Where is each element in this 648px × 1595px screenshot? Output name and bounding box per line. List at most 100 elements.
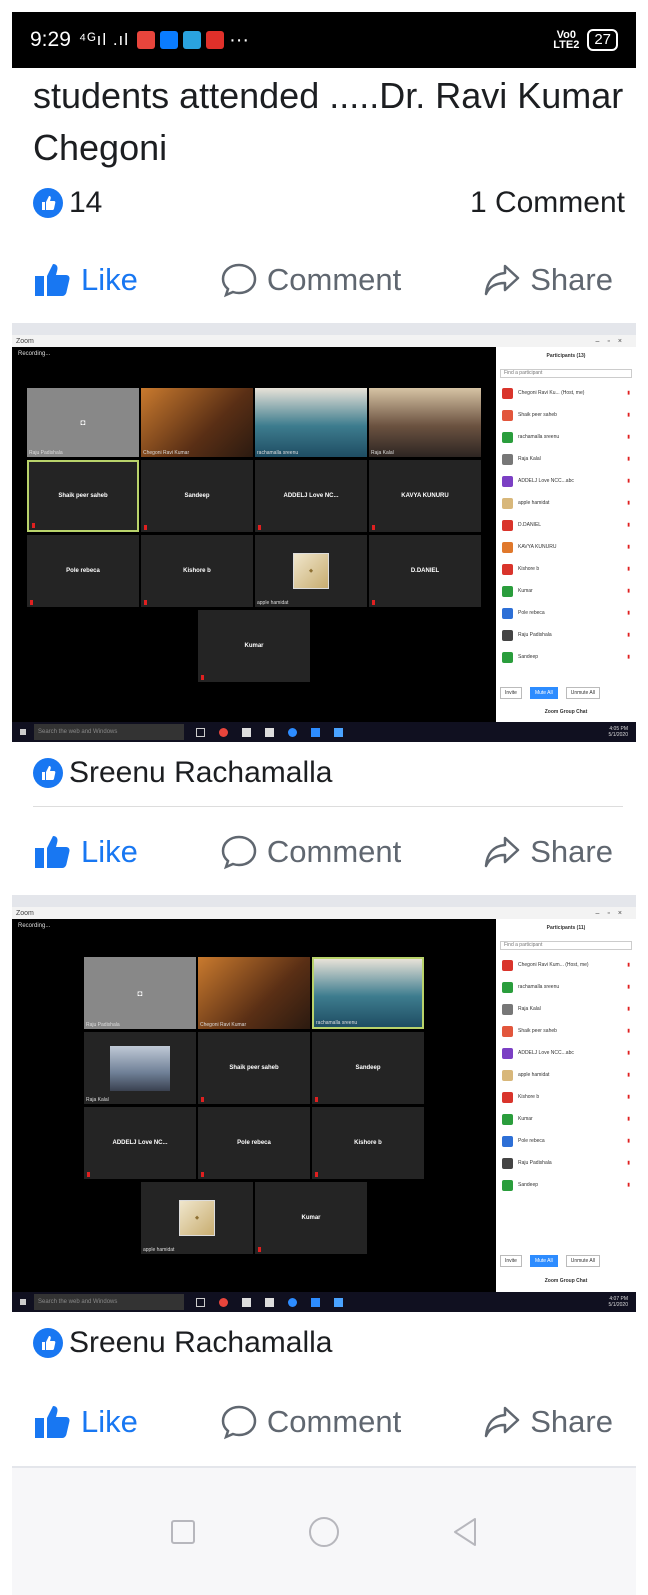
profile-image: ◈ xyxy=(179,1200,215,1236)
participants-panel: Participants (13) Find a participant Che… xyxy=(496,347,636,722)
task-view-icon[interactable] xyxy=(196,727,205,737)
participant-row: apple hamidat ▮ xyxy=(496,1064,636,1086)
video-tile: Chegoni Ravi Kumar xyxy=(141,388,253,457)
battery-icon: 27 xyxy=(587,29,618,51)
invite-button[interactable]: Invite xyxy=(500,1255,522,1267)
find-participant-input[interactable]: Find a participant xyxy=(500,941,632,950)
app-icon[interactable] xyxy=(334,727,343,737)
share-icon xyxy=(485,836,520,868)
share-button[interactable]: Share xyxy=(484,1404,613,1440)
profile-image: ◈ xyxy=(293,553,329,589)
video-tile: Kishore b xyxy=(141,535,253,607)
app-icon[interactable] xyxy=(334,1297,343,1307)
file-explorer-icon[interactable] xyxy=(242,1297,251,1307)
edge-icon[interactable] xyxy=(288,1297,297,1307)
thumbs-up-icon xyxy=(33,188,63,218)
participant-row: ADDELJ Love NCC...abc ▮ xyxy=(496,1042,636,1064)
zoom-group-chat[interactable]: Zoom Group Chat xyxy=(496,709,636,715)
video-tile: Kumar xyxy=(255,1182,367,1254)
video-feed-image xyxy=(110,1045,170,1091)
video-tile: Pole rebeca xyxy=(198,1107,310,1179)
zoom-screenshot-photo[interactable]: Zoom –▫× Recording... ◘ Raju Padishala Che… xyxy=(12,335,636,742)
find-participant-input[interactable]: Find a participant xyxy=(500,369,632,378)
status-time: 9:29 xyxy=(30,28,71,51)
store-icon[interactable] xyxy=(265,727,274,737)
comment-label: Comment xyxy=(266,834,402,869)
video-tile: Pole rebeca xyxy=(27,535,139,607)
chrome-icon xyxy=(137,31,156,49)
participant-row: Kishore b ▮ xyxy=(496,1086,636,1108)
participant-row: rachamalla sreenu ▮ xyxy=(496,426,636,448)
store-icon[interactable] xyxy=(265,1297,274,1307)
recent-apps-button[interactable] xyxy=(169,1518,197,1546)
mute-all-button[interactable]: Mute All xyxy=(529,1255,558,1267)
invite-button[interactable]: Invite xyxy=(500,687,522,699)
video-tile: ADDELJ Love NC... xyxy=(255,460,367,532)
zoom-title-bar: Zoom –▫× xyxy=(12,335,636,347)
share-button[interactable]: Share xyxy=(484,834,613,870)
zoom-icon[interactable] xyxy=(311,1297,320,1307)
comment-button[interactable]: Comment xyxy=(221,1404,401,1440)
reactions-summary: 14 1 Comment xyxy=(33,186,625,220)
zoom-screenshot-photo[interactable]: Zoom –▫× Recording... ◘ Raju Padishala Che… xyxy=(12,907,636,1312)
video-tile: Chegoni Ravi Kumar xyxy=(198,957,310,1029)
participant-row: D.DANIEL ▮ xyxy=(496,514,636,536)
comment-button[interactable]: Comment xyxy=(221,834,401,870)
edge-icon[interactable] xyxy=(288,727,297,737)
video-tile: KAVYA KUNURU xyxy=(369,460,481,532)
zoom-icon[interactable] xyxy=(311,727,320,737)
comment-icon xyxy=(221,263,257,298)
file-explorer-icon[interactable] xyxy=(242,727,251,737)
recording-indicator: Recording... xyxy=(18,351,51,357)
signal-icon: ⁴ᴳıl .ıl xyxy=(78,30,130,49)
photo-reaction-row[interactable]: Sreenu Rachamalla xyxy=(33,1326,332,1360)
divider xyxy=(12,895,636,907)
post-text: students attended .....Dr. Ravi Kumar Ch… xyxy=(33,75,624,168)
video-tile: Shaik peer saheb xyxy=(198,1032,310,1104)
home-button[interactable] xyxy=(307,1515,341,1549)
participant-row: Raja Kalal ▮ xyxy=(496,448,636,470)
participant-row: Pole rebeca ▮ xyxy=(496,1130,636,1152)
video-tile: ◘ Raju Padishala xyxy=(84,957,196,1029)
comments-count[interactable]: 1 Comment xyxy=(470,186,625,220)
taskbar-clock: 4:07 PM 5/1/2020 xyxy=(608,1296,628,1308)
unmute-all-button[interactable]: Unmute All xyxy=(565,687,600,699)
comment-label: Comment xyxy=(266,1404,402,1439)
like-button[interactable]: Like xyxy=(33,1404,138,1440)
like-button[interactable]: Like xyxy=(33,834,138,870)
video-tile: ◘ Raju Padishala xyxy=(27,388,139,457)
likes-count[interactable]: 14 xyxy=(69,186,102,220)
chrome-icon[interactable] xyxy=(219,727,228,737)
video-tile: Sandeep xyxy=(312,1032,424,1104)
windows-start-icon[interactable] xyxy=(20,1299,26,1305)
reactor-name: Sreenu Rachamalla xyxy=(69,756,333,789)
mute-all-button[interactable]: Mute All xyxy=(529,687,558,699)
photo-action-bar: Like Comment Share xyxy=(33,822,613,882)
participant-row: Pole rebeca ▮ xyxy=(496,602,636,624)
share-label: Share xyxy=(530,834,613,869)
photo-reaction-row[interactable]: Sreenu Rachamalla xyxy=(33,756,332,790)
status-bar: 9:29 ⁴ᴳıl .ıl ··· Vo0 LTE2 27 xyxy=(12,12,636,68)
video-tile: ◈ apple hamidat xyxy=(255,535,367,607)
unmute-all-button[interactable]: Unmute All xyxy=(565,1255,600,1267)
volte-icon: Vo0 LTE2 xyxy=(553,29,580,51)
participant-row: KAVYA KUNURU ▮ xyxy=(496,536,636,558)
thumbs-up-icon xyxy=(35,1406,70,1438)
back-button[interactable] xyxy=(451,1516,479,1548)
like-button[interactable]: Like xyxy=(33,262,138,298)
taskbar-search[interactable]: Search the web and Windows xyxy=(34,1294,184,1310)
participant-row: Shaik peer saheb ▮ xyxy=(496,404,636,426)
comment-button[interactable]: Comment xyxy=(221,262,401,298)
participant-row: Kumar ▮ xyxy=(496,580,636,602)
chrome-icon[interactable] xyxy=(219,1297,228,1307)
windows-start-icon[interactable] xyxy=(20,729,26,735)
share-button[interactable]: Share xyxy=(484,262,613,298)
messenger-icon xyxy=(160,31,179,49)
participant-row: Sandeep ▮ xyxy=(496,646,636,668)
participant-row: Raju Padishala ▮ xyxy=(496,1152,636,1174)
participants-title: Participants (13) xyxy=(546,353,586,359)
task-view-icon[interactable] xyxy=(196,1297,205,1307)
participant-row: Raju Padishala ▮ xyxy=(496,624,636,646)
taskbar-search[interactable]: Search the web and Windows xyxy=(34,724,184,740)
zoom-group-chat[interactable]: Zoom Group Chat xyxy=(496,1278,636,1284)
